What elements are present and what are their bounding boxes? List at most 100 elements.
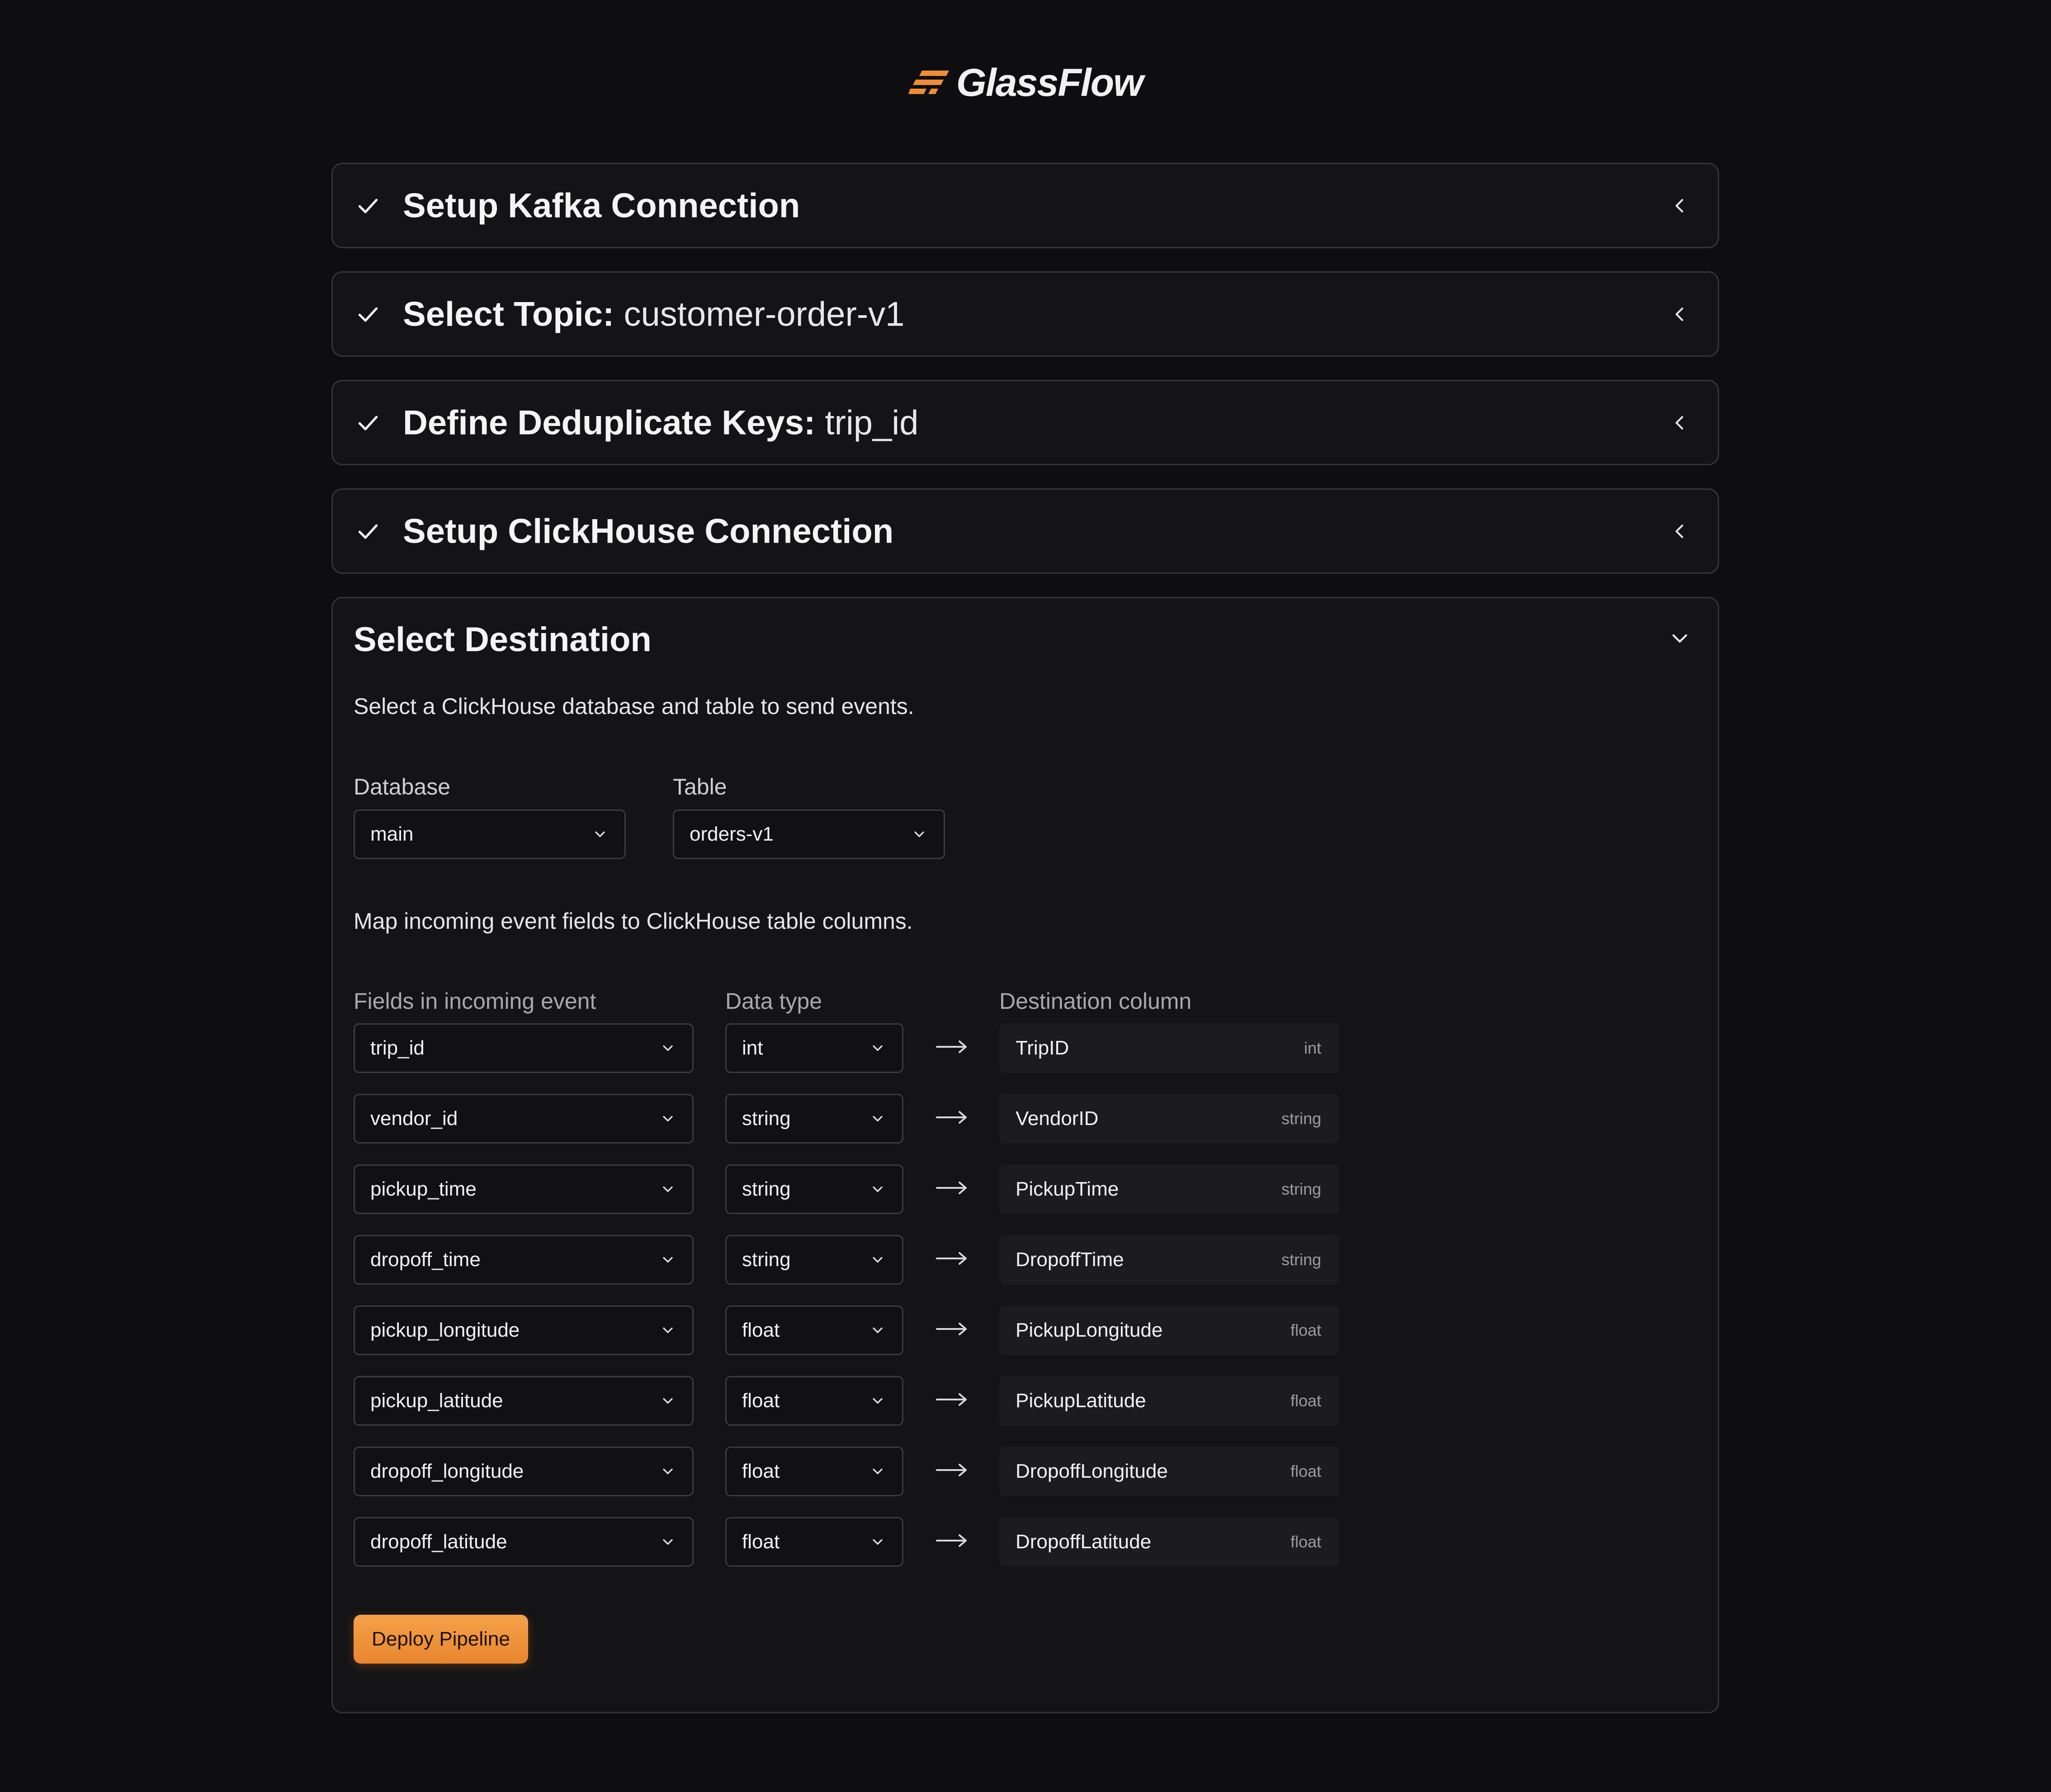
chevron-down-icon (869, 1321, 887, 1339)
event-field-value: pickup_longitude (370, 1319, 520, 1341)
destination-column-name: VendorID (1016, 1107, 1099, 1130)
event-field-value: dropoff_latitude (370, 1531, 507, 1553)
chevron-down-icon (659, 1251, 677, 1269)
arrow-right-icon (935, 1038, 969, 1056)
data-type-value: int (742, 1037, 763, 1059)
event-field-value: vendor_id (370, 1107, 458, 1130)
check-icon (354, 409, 382, 436)
chevron-down-icon (659, 1039, 677, 1057)
destination-column: PickupTime string (999, 1164, 1339, 1214)
step-select-topic[interactable]: Select Topic: customer-order-v1 (331, 271, 1719, 357)
table-label: Table (673, 774, 727, 799)
chevron-down-icon[interactable] (1668, 626, 1692, 650)
chevron-left-icon[interactable] (1669, 520, 1691, 542)
chevron-down-icon (659, 1533, 677, 1551)
event-field-value: pickup_time (370, 1178, 477, 1200)
chevron-down-icon (591, 825, 609, 843)
glassflow-logo-icon (908, 69, 950, 97)
chevron-down-icon (869, 1110, 887, 1128)
brand-name: GlassFlow (956, 61, 1144, 104)
database-select[interactable]: main (354, 809, 626, 859)
chevron-down-icon (869, 1039, 887, 1057)
arrow-right-icon (935, 1249, 969, 1267)
data-type-value: float (742, 1390, 780, 1412)
data-type-select[interactable]: float (725, 1517, 903, 1567)
chevron-down-icon (869, 1251, 887, 1269)
data-type-value: string (742, 1248, 791, 1271)
header-fields: Fields in incoming event (354, 988, 596, 1014)
chevron-down-icon (659, 1110, 677, 1128)
arrow-right-icon (935, 1390, 969, 1409)
destination-column-type: float (1290, 1391, 1321, 1410)
chevron-down-icon (659, 1392, 677, 1410)
arrow-right-icon (935, 1179, 969, 1197)
event-field-select[interactable]: pickup_latitude (354, 1376, 694, 1426)
destination-column: PickupLatitude float (999, 1376, 1339, 1426)
destination-column-type: float (1290, 1321, 1321, 1339)
destination-column-type: int (1304, 1039, 1321, 1057)
check-icon (354, 301, 382, 328)
header-data-type: Data type (725, 988, 822, 1014)
event-field-value: dropoff_longitude (370, 1460, 524, 1482)
event-field-select[interactable]: pickup_time (354, 1164, 694, 1214)
destination-column-type: string (1281, 1109, 1321, 1128)
step-deduplicate-keys[interactable]: Define Deduplicate Keys: trip_id (331, 380, 1719, 465)
destination-column-name: PickupTime (1016, 1178, 1119, 1200)
data-type-value: float (742, 1531, 780, 1553)
chevron-down-icon (910, 825, 928, 843)
data-type-value: string (742, 1178, 791, 1200)
destination-column-type: float (1290, 1462, 1321, 1480)
event-field-select[interactable]: dropoff_latitude (354, 1517, 694, 1567)
chevron-left-icon[interactable] (1669, 303, 1691, 325)
destination-description: Select a ClickHouse database and table t… (354, 694, 914, 719)
destination-column-type: string (1281, 1250, 1321, 1269)
destination-column: PickupLongitude float (999, 1305, 1339, 1355)
event-field-select[interactable]: dropoff_time (354, 1235, 694, 1285)
destination-column-type: string (1281, 1180, 1321, 1198)
table-select[interactable]: orders-v1 (673, 809, 945, 859)
brand-logo: GlassFlow (0, 58, 2051, 108)
chevron-down-icon (659, 1462, 677, 1480)
app-root: GlassFlow Setup Kafka Connection Select … (0, 0, 2051, 1792)
deploy-pipeline-button[interactable]: Deploy Pipeline (354, 1615, 528, 1664)
table-value: orders-v1 (690, 823, 774, 845)
data-type-select[interactable]: float (725, 1376, 903, 1426)
data-type-value: string (742, 1107, 791, 1130)
data-type-select[interactable]: int (725, 1023, 903, 1073)
step-title: Select Topic: customer-order-v1 (403, 295, 905, 333)
event-field-value: trip_id (370, 1037, 425, 1059)
chevron-left-icon[interactable] (1669, 412, 1691, 434)
check-icon (354, 192, 382, 219)
destination-column: TripID int (999, 1023, 1339, 1073)
data-type-select[interactable]: string (725, 1235, 903, 1285)
chevron-down-icon (659, 1180, 677, 1198)
destination-column-name: DropoffLatitude (1016, 1531, 1152, 1553)
arrow-right-icon (935, 1461, 969, 1479)
destination-column-name: DropoffTime (1016, 1248, 1124, 1271)
destination-column: DropoffLatitude float (999, 1517, 1339, 1567)
arrow-right-icon (935, 1108, 969, 1126)
data-type-select[interactable]: string (725, 1094, 903, 1144)
event-field-select[interactable]: pickup_longitude (354, 1305, 694, 1355)
event-field-select[interactable]: trip_id (354, 1023, 694, 1073)
chevron-left-icon[interactable] (1669, 195, 1691, 217)
destination-column: VendorID string (999, 1094, 1339, 1144)
step-title: Define Deduplicate Keys: trip_id (403, 403, 919, 442)
step-clickhouse-connection[interactable]: Setup ClickHouse Connection (331, 488, 1719, 574)
data-type-select[interactable]: string (725, 1164, 903, 1214)
data-type-value: float (742, 1460, 780, 1482)
event-field-select[interactable]: dropoff_longitude (354, 1447, 694, 1496)
arrow-right-icon (935, 1532, 969, 1550)
step-kafka-connection[interactable]: Setup Kafka Connection (331, 163, 1719, 248)
mapping-description: Map incoming event fields to ClickHouse … (354, 908, 913, 934)
data-type-select[interactable]: float (725, 1305, 903, 1355)
header-destination-column: Destination column (999, 988, 1192, 1014)
data-type-value: float (742, 1319, 780, 1341)
event-field-select[interactable]: vendor_id (354, 1094, 694, 1144)
destination-title: Select Destination (354, 620, 652, 659)
data-type-select[interactable]: float (725, 1447, 903, 1496)
chevron-down-icon (869, 1180, 887, 1198)
check-icon (354, 518, 382, 545)
step-select-destination: Select Destination Select a ClickHouse d… (331, 597, 1719, 1713)
pipeline-steps: Setup Kafka Connection Select Topic: cus… (331, 163, 1719, 1713)
